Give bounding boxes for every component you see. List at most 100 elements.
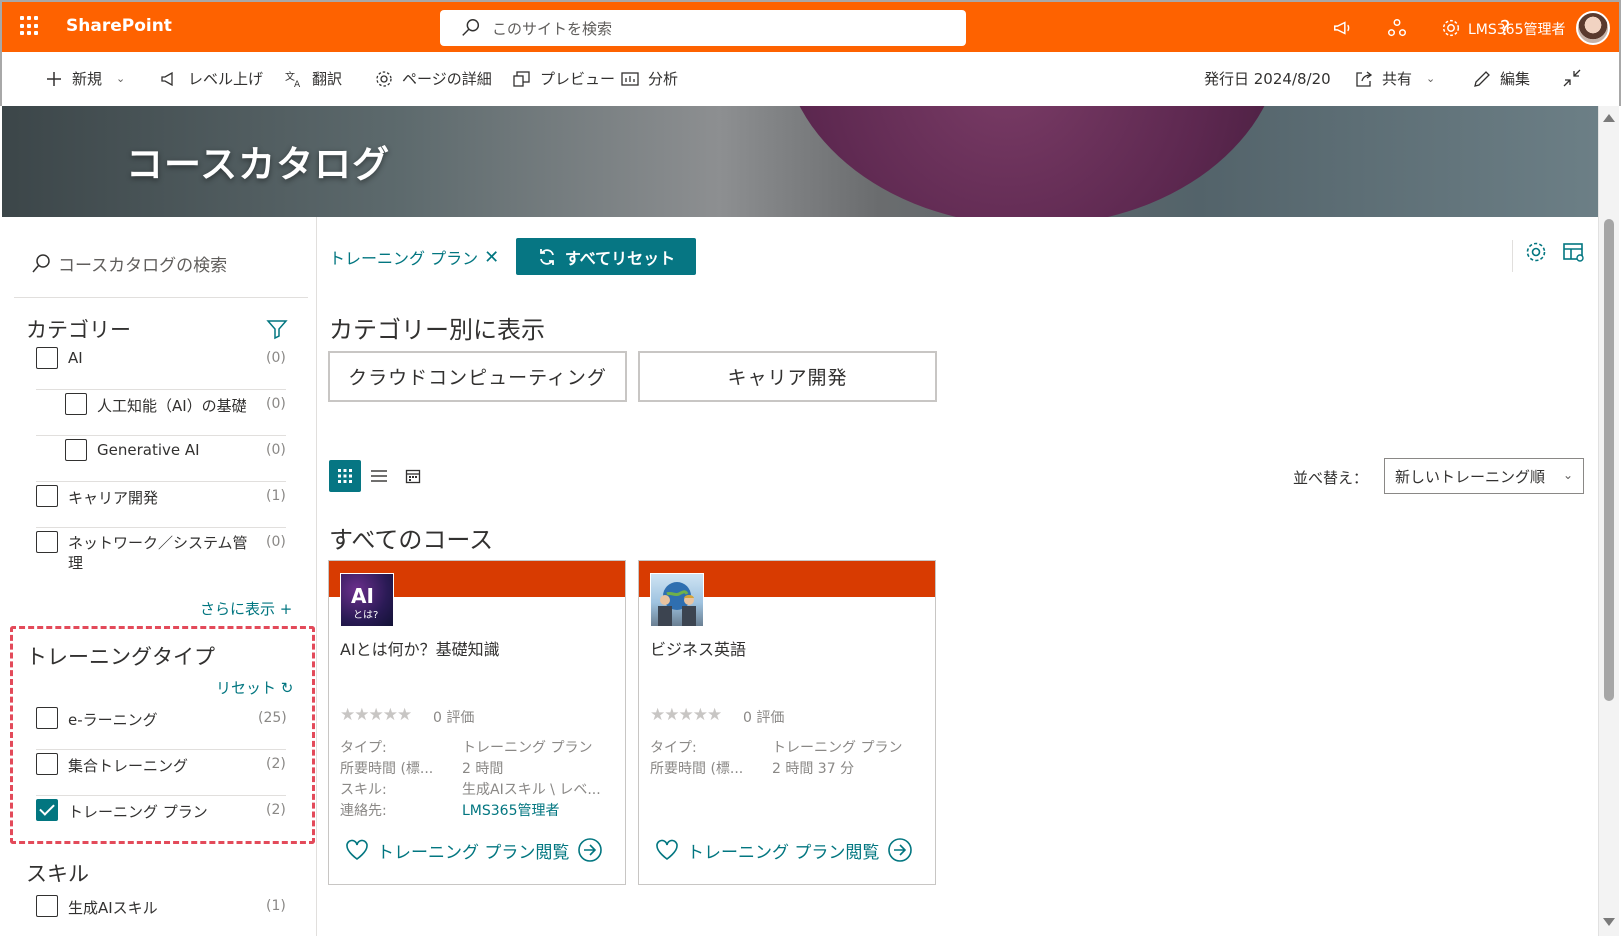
settings-gear-icon[interactable]	[1524, 240, 1548, 264]
brand-name[interactable]: SharePoint	[66, 16, 172, 36]
course-card[interactable]: AI とは? AIとは何か？基礎知識 ★★★★★ 0 評価 タイプ: トレーニン…	[328, 560, 626, 885]
category-count: (0)	[266, 442, 286, 458]
published-date-text: 発行日 2024/8/20	[1204, 70, 1331, 88]
checkbox[interactable]	[65, 439, 87, 461]
collapse-icon	[1563, 69, 1581, 87]
course-thumbnail: AI とは?	[340, 573, 394, 627]
meta-label: タイプ:	[650, 740, 697, 756]
close-icon[interactable]: ✕	[484, 247, 499, 268]
page-title: コースカタログ	[126, 143, 391, 186]
category-item-ai[interactable]: AI	[36, 347, 83, 369]
catalog-search-input[interactable]: コースカタログの検索	[30, 251, 227, 276]
checkbox[interactable]	[36, 895, 58, 917]
chevron-down-icon: ⌄	[1562, 468, 1573, 482]
translate-label: 翻訳	[312, 70, 343, 88]
checkbox[interactable]	[36, 531, 58, 553]
grid-view-button[interactable]	[329, 460, 361, 492]
category-button-career[interactable]: キャリア開発	[638, 351, 937, 402]
meta-label: 連絡先:	[340, 803, 387, 819]
analytics-label: 分析	[648, 70, 679, 88]
new-button[interactable]: 新規 ⌄	[44, 68, 125, 89]
highlight-annotation-box	[10, 626, 315, 844]
filter-icon[interactable]	[266, 318, 288, 340]
catalog-toolbar	[1524, 240, 1586, 264]
view-plan-action[interactable]: トレーニング プラン閲覧	[655, 837, 913, 863]
course-title[interactable]: ビジネス英語	[650, 636, 746, 660]
course-card[interactable]: ビジネス英語 ★★★★★ 0 評価 タイプ: トレーニング プラン 所要時間 (…	[638, 560, 936, 885]
collapse-button[interactable]	[1562, 68, 1582, 88]
heart-icon[interactable]	[655, 839, 679, 861]
share-button[interactable]: 共有 ⌄	[1354, 68, 1435, 89]
action-label: トレーニング プラン閲覧	[687, 842, 880, 863]
settings-gear-icon[interactable]	[1437, 14, 1465, 42]
arrow-circle-icon[interactable]	[577, 837, 603, 863]
meta-label: 所要時間 (標...	[340, 761, 434, 777]
page-details-button[interactable]: ページの詳細	[374, 68, 492, 89]
meta-value: トレーニング プラン	[772, 740, 903, 756]
category-item-ai-basics[interactable]: 人工知能（AI）の基礎	[65, 393, 247, 416]
contact-link[interactable]: LMS365管理者	[462, 800, 560, 820]
show-more-link[interactable]: さらに表示 +	[200, 598, 292, 619]
checkbox[interactable]	[65, 393, 87, 415]
action-label: トレーニング プラン閲覧	[377, 842, 570, 863]
rating-count: 0 評価	[433, 710, 475, 726]
grid-icon	[338, 469, 352, 483]
meta-value: トレーニング プラン	[462, 740, 593, 756]
megaphone-icon[interactable]	[1329, 14, 1357, 42]
new-label: 新規	[72, 70, 103, 88]
translate-button[interactable]: 文A 翻訳	[284, 68, 342, 89]
promote-button[interactable]: レベル上げ	[160, 68, 263, 89]
reset-all-button[interactable]: すべてリセット	[516, 238, 696, 275]
page-scrollbar[interactable]	[1598, 106, 1619, 936]
category-item-career[interactable]: キャリア開発	[36, 485, 158, 508]
megaphone-icon	[161, 71, 173, 86]
skills-item-genai[interactable]: 生成AIスキル	[36, 895, 158, 918]
network-icon[interactable]	[1383, 14, 1411, 42]
meta-value: 2 時間	[462, 761, 504, 777]
calendar-icon	[405, 469, 421, 484]
thumbnail-subtext: とは?	[353, 610, 379, 621]
preview-button[interactable]: プレビュー	[512, 68, 615, 89]
translate-icon: 文A	[285, 70, 301, 89]
preview-label: プレビュー	[540, 70, 616, 88]
course-title[interactable]: AIとは何か？基礎知識	[340, 636, 500, 660]
heart-icon[interactable]	[345, 839, 369, 861]
search-icon	[32, 253, 50, 272]
checkbox[interactable]	[36, 485, 58, 507]
list-view-button[interactable]	[363, 460, 395, 492]
user-name[interactable]: LMS365管理者	[1468, 19, 1566, 39]
refresh-icon	[539, 248, 554, 265]
arrow-circle-icon[interactable]	[887, 837, 913, 863]
divider	[1512, 240, 1513, 272]
meta-label: 所要時間 (標...	[650, 761, 744, 777]
rating-count: 0 評価	[743, 710, 785, 726]
command-bar: 新規 ⌄ レベル上げ 文A 翻訳 ページの詳細 プレビュー 分析 発行日 202…	[0, 52, 1621, 106]
divider	[36, 435, 286, 436]
category-item-network[interactable]: ネットワーク／システム管理	[36, 531, 258, 573]
active-filter-chip[interactable]: トレーニング プラン ✕	[329, 245, 499, 269]
divider	[36, 389, 286, 390]
calendar-view-button[interactable]	[397, 460, 429, 492]
category-item-generative-ai[interactable]: Generative AI	[65, 439, 200, 461]
scroll-thumb[interactable]	[1604, 219, 1614, 701]
edit-button[interactable]: 編集	[1472, 68, 1530, 89]
scroll-up-arrow[interactable]	[1603, 114, 1615, 122]
site-search-placeholder: このサイトを検索	[492, 19, 613, 38]
category-label: Generative AI	[97, 441, 200, 459]
layout-settings-icon[interactable]	[1562, 240, 1586, 264]
checkbox[interactable]	[36, 347, 58, 369]
category-count: (0)	[266, 534, 286, 550]
show-more-label: さらに表示	[200, 600, 276, 618]
app-launcher-icon[interactable]	[20, 16, 40, 36]
sort-dropdown[interactable]: 新しいトレーニング順 ⌄	[1384, 458, 1584, 494]
user-avatar[interactable]	[1576, 11, 1610, 45]
view-plan-action[interactable]: トレーニング プラン閲覧	[345, 837, 603, 863]
divider	[36, 481, 286, 482]
active-filter-label: トレーニング プラン	[329, 249, 479, 268]
category-button-cloud[interactable]: クラウドコンピューティング	[328, 351, 627, 402]
list-icon	[371, 470, 387, 482]
analytics-button[interactable]: 分析	[620, 68, 678, 89]
scroll-down-arrow[interactable]	[1603, 918, 1615, 926]
category-count: (0)	[266, 396, 286, 412]
site-search-box[interactable]: このサイトを検索	[440, 10, 966, 46]
